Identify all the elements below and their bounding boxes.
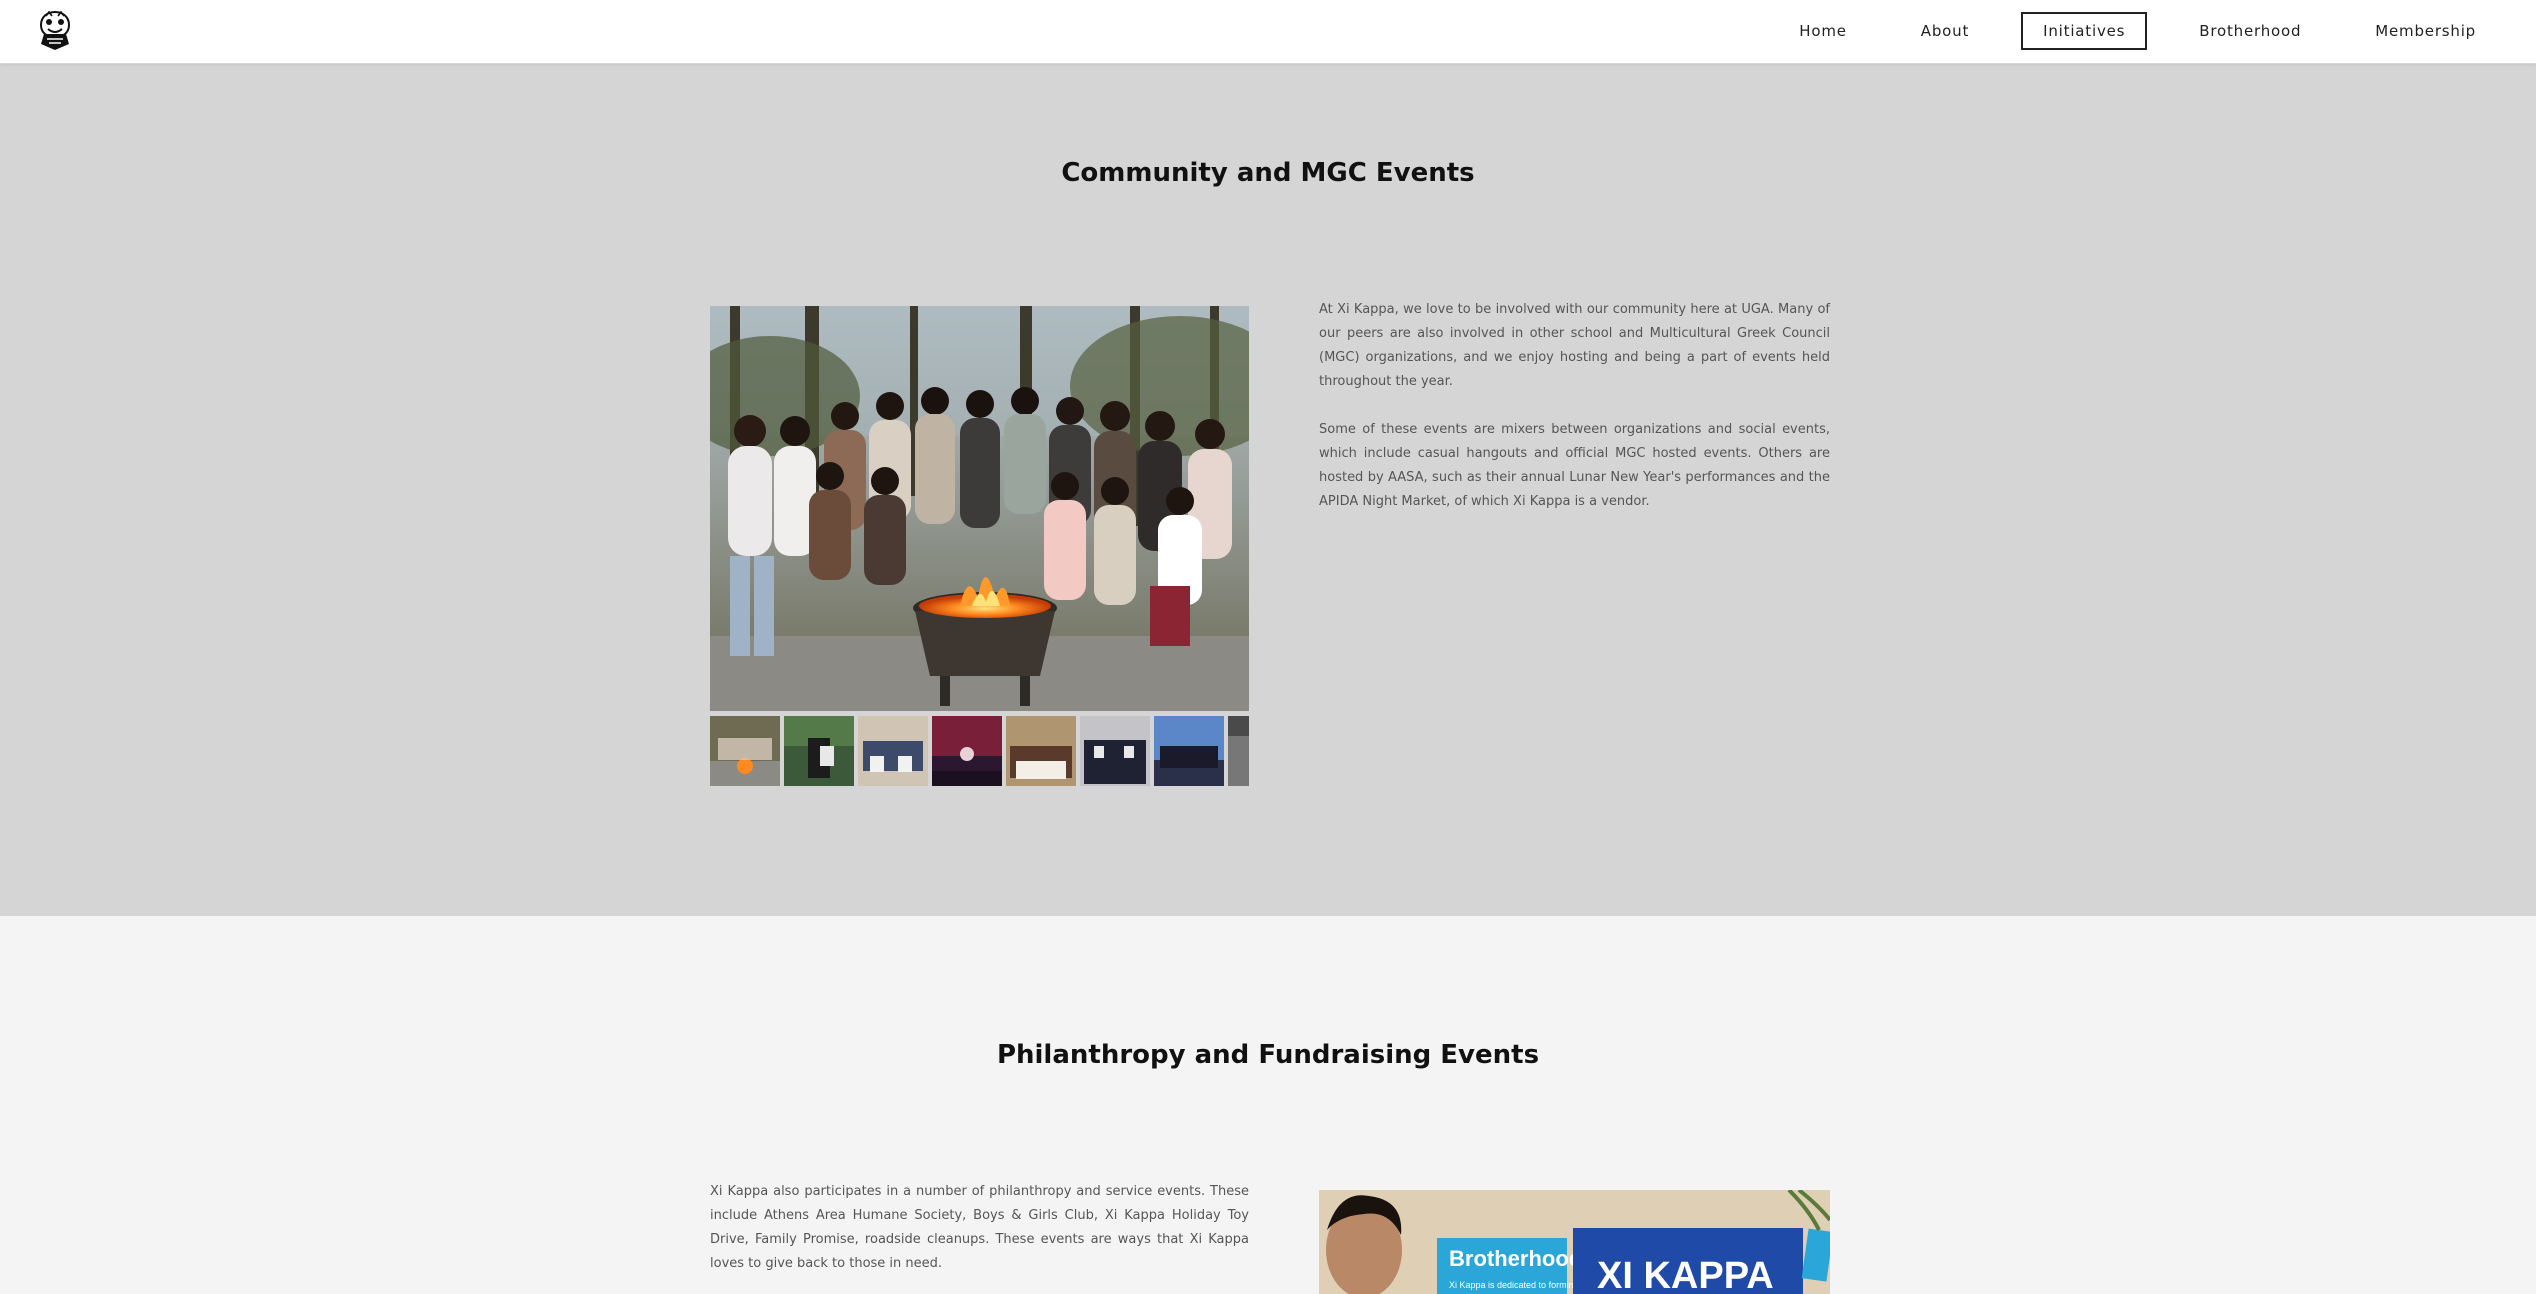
nav-initiatives[interactable]: Initiatives	[2021, 12, 2148, 50]
philanthropy-title: Philanthropy and Fundraising Events	[996, 1040, 1540, 1070]
philanthropy-photo[interactable]: Brotherhood Xi Kappa is dedicated to for…	[1319, 1190, 1830, 1294]
community-description: At Xi Kappa, we love to be involved with…	[1319, 298, 1830, 538]
nav-home[interactable]: Home	[1777, 12, 1869, 50]
gallery-thumb-5[interactable]	[1006, 716, 1076, 786]
poster-subline: Xi Kappa is dedicated to forming	[1449, 1280, 1579, 1290]
nav-membership[interactable]: Membership	[2353, 12, 2498, 50]
community-paragraph-2: Some of these events are mixers between …	[1319, 422, 1830, 509]
gallery-thumb-8[interactable]	[1228, 716, 1249, 786]
philanthropy-description: Xi Kappa also participates in a number o…	[710, 1184, 1249, 1271]
nav-menu: Home About Initiatives Brotherhood Membe…	[1777, 12, 2498, 50]
gallery-thumb-4[interactable]	[932, 716, 1002, 786]
poster-banner: XI KAPPA	[1597, 1255, 1774, 1294]
nav-brotherhood[interactable]: Brotherhood	[2177, 12, 2323, 50]
gallery-thumbnails	[710, 716, 1249, 786]
community-section: Community and MGC Events At Xi Kappa, we…	[0, 64, 2536, 916]
nav-about[interactable]: About	[1899, 12, 1991, 50]
philanthropy-section: Philanthropy and Fundraising Events Xi K…	[0, 916, 2536, 1294]
community-title: Community and MGC Events	[1061, 158, 1475, 188]
gallery-thumb-2[interactable]	[784, 716, 854, 786]
gallery-main-photo[interactable]	[710, 306, 1249, 711]
crest-logo-icon[interactable]	[36, 10, 74, 52]
navbar: Home About Initiatives Brotherhood Membe…	[0, 0, 2536, 64]
gallery-thumb-1[interactable]	[710, 716, 780, 786]
gallery-thumb-6[interactable]	[1080, 716, 1150, 786]
gallery-thumb-3[interactable]	[858, 716, 928, 786]
poster-headline: Brotherhood	[1449, 1246, 1582, 1271]
gallery-thumb-7[interactable]	[1154, 716, 1224, 786]
community-paragraph-1: At Xi Kappa, we love to be involved with…	[1319, 302, 1830, 389]
